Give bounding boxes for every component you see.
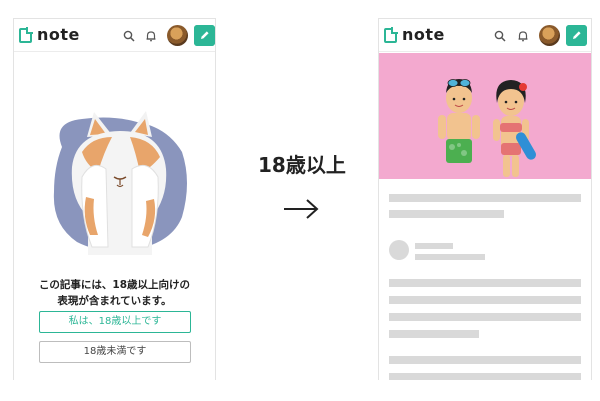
note-logo-icon bbox=[19, 26, 33, 43]
edit-icon[interactable] bbox=[566, 25, 587, 46]
bell-icon[interactable] bbox=[145, 30, 157, 42]
search-icon[interactable] bbox=[494, 30, 506, 42]
skeleton-line bbox=[389, 194, 581, 202]
skeleton-line bbox=[389, 296, 581, 304]
message-line-2: 表現が含まれています。 bbox=[57, 295, 172, 307]
search-icon[interactable] bbox=[123, 30, 135, 42]
bell-icon[interactable] bbox=[517, 30, 529, 42]
message-line-1: この記事には、18歳以上向けの bbox=[38, 279, 191, 291]
skeleton-line bbox=[389, 210, 504, 218]
transition-label: 18歳以上 bbox=[258, 153, 346, 177]
edit-icon[interactable] bbox=[194, 25, 215, 46]
cat-hiding-illustration bbox=[53, 111, 187, 255]
skeleton-line bbox=[389, 279, 581, 287]
under-18-button[interactable]: 18歳未満です bbox=[39, 341, 191, 363]
skeleton-line bbox=[415, 243, 453, 249]
skeleton-avatar bbox=[389, 240, 409, 260]
article-cover-image bbox=[379, 53, 591, 179]
note-logo[interactable]: note bbox=[384, 25, 445, 44]
arrow-right-icon bbox=[284, 199, 319, 219]
skeleton-line bbox=[389, 330, 479, 338]
avatar[interactable] bbox=[539, 25, 560, 46]
header: note bbox=[379, 19, 591, 52]
skeleton-line bbox=[389, 356, 581, 364]
note-logo[interactable]: note bbox=[19, 25, 80, 44]
skeleton-line bbox=[415, 254, 485, 260]
skeleton-line bbox=[389, 373, 581, 380]
logo-text: note bbox=[37, 25, 80, 44]
header: note bbox=[14, 19, 215, 52]
age-gate-screen: note この記事には、18歳以上向けの 表現が含まれています。 私は、18歳以… bbox=[13, 18, 216, 380]
swimsuit-illustration bbox=[438, 79, 536, 177]
logo-text: note bbox=[402, 25, 445, 44]
confirm-18-plus-button[interactable]: 私は、18歳以上です bbox=[39, 311, 191, 333]
skeleton-line bbox=[389, 313, 581, 321]
age-warning-message: この記事には、18歳以上向けの 表現が含まれています。 bbox=[14, 277, 215, 309]
note-logo-icon bbox=[384, 26, 398, 43]
avatar[interactable] bbox=[167, 25, 188, 46]
article-screen: note bbox=[378, 18, 592, 380]
